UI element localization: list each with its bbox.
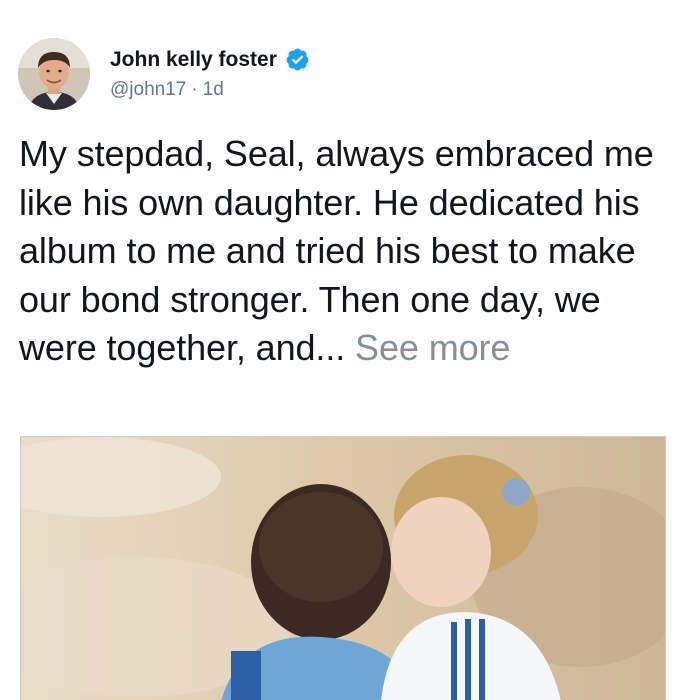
avatar-photo	[18, 38, 90, 110]
author-handle[interactable]: @john17	[110, 79, 186, 100]
avatar[interactable]	[18, 38, 90, 110]
tweet-header: John kelly foster @john17 · 1d	[18, 38, 310, 110]
tweet-media-image[interactable]	[20, 436, 666, 700]
tweet-text-content: My stepdad, Seal, always embraced me lik…	[19, 133, 654, 368]
verified-badge-icon	[285, 47, 310, 72]
tweet-meta: @john17 · 1d	[110, 78, 310, 102]
tweet-text: My stepdad, Seal, always embraced me lik…	[19, 130, 679, 373]
see-more-link[interactable]: See more	[355, 327, 510, 368]
author-display-name[interactable]: John kelly foster	[110, 47, 277, 73]
name-row: John kelly foster	[110, 47, 310, 73]
media-photo	[21, 437, 665, 700]
meta-separator: ·	[191, 78, 198, 100]
tweet-card: John kelly foster @john17 · 1d My stepdad,…	[0, 0, 700, 700]
author-info: John kelly foster @john17 · 1d	[110, 38, 310, 110]
tweet-timestamp[interactable]: 1d	[203, 79, 224, 100]
